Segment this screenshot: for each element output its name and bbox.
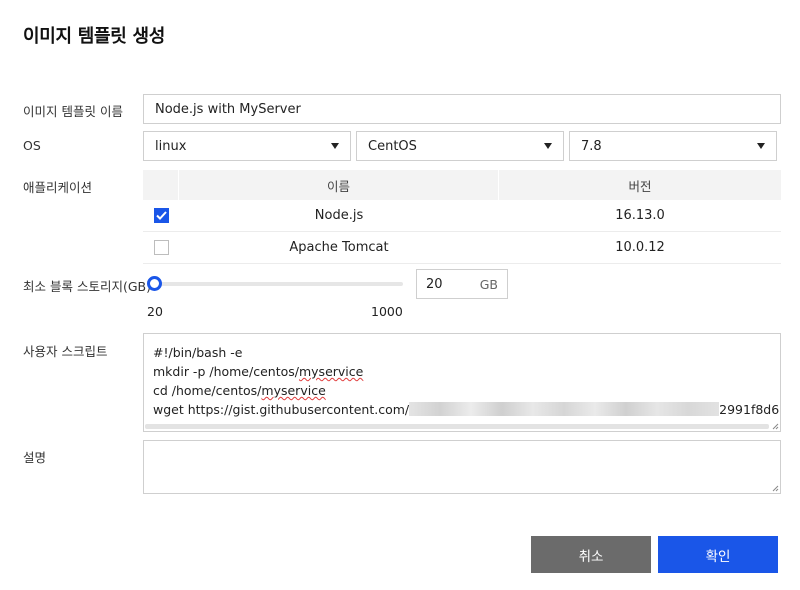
description-label: 설명: [23, 450, 47, 465]
storage-slider-track[interactable]: [155, 282, 403, 286]
applications-label: 애플리케이션: [23, 180, 93, 195]
script-line: wget https://gist.githubusercontent.com/…: [153, 402, 780, 417]
script-line: mkdir -p /home/centos/myservice: [153, 364, 364, 379]
os-version-select[interactable]: 7.8: [569, 131, 777, 161]
table-row: Node.js 16.13.0: [143, 200, 781, 232]
chevron-down-icon: [331, 143, 339, 149]
check-icon: [155, 211, 167, 220]
app-version: 16.13.0: [615, 208, 665, 223]
description-textarea[interactable]: [143, 440, 781, 494]
resize-grip-icon[interactable]: [771, 422, 779, 430]
chevron-down-icon: [757, 143, 765, 149]
header-checkbox-cell: [143, 170, 179, 200]
script-content: #!/bin/bash -e mkdir -p /home/centos/mys…: [153, 343, 780, 419]
column-header-version: 버전: [628, 178, 652, 194]
tomcat-checkbox[interactable]: [153, 240, 169, 255]
os-distro-select[interactable]: CentOS: [356, 131, 564, 161]
storage-slider-thumb[interactable]: [147, 276, 162, 291]
horizontal-scrollbar[interactable]: [145, 424, 769, 429]
applications-table: 이름 버전 Node.js 16.13.0 Apache Tomcat 10.0…: [143, 170, 781, 264]
page-title: 이미지 템플릿 생성: [23, 26, 166, 47]
user-script-textarea[interactable]: #!/bin/bash -e mkdir -p /home/centos/mys…: [143, 333, 781, 432]
os-distro-value: CentOS: [368, 138, 417, 154]
confirm-button[interactable]: 확인: [658, 536, 778, 573]
storage-label: 최소 블록 스토리지(GB): [23, 279, 151, 294]
os-type-value: linux: [155, 138, 187, 154]
cancel-button[interactable]: 취소: [531, 536, 651, 573]
storage-size-value: 20: [426, 276, 443, 292]
storage-size-input[interactable]: 20 GB: [416, 269, 508, 299]
os-version-value: 7.8: [581, 138, 602, 154]
template-name-label: 이미지 템플릿 이름: [23, 104, 123, 119]
slider-max-label: 1000: [371, 304, 403, 319]
nodejs-checkbox[interactable]: [153, 208, 169, 223]
chevron-down-icon: [544, 143, 552, 149]
os-label: OS: [23, 138, 41, 153]
os-type-select[interactable]: linux: [143, 131, 351, 161]
slider-min-label: 20: [147, 304, 163, 319]
user-script-label: 사용자 스크립트: [23, 344, 108, 359]
storage-unit: GB: [479, 276, 498, 292]
column-header-name: 이름: [179, 170, 499, 200]
table-row: Apache Tomcat 10.0.12: [143, 232, 781, 264]
app-name: Node.js: [314, 208, 364, 223]
script-line: #!/bin/bash -e: [153, 345, 243, 360]
resize-grip-icon[interactable]: [771, 484, 779, 492]
app-version: 10.0.12: [615, 240, 665, 255]
redacted-block: [409, 402, 720, 416]
table-header: 이름 버전: [143, 170, 781, 200]
app-name: Apache Tomcat: [289, 240, 389, 255]
script-line: cd /home/centos/myservice: [153, 383, 326, 398]
template-name-input[interactable]: Node.js with MyServer: [143, 94, 781, 124]
template-name-value: Node.js with MyServer: [155, 101, 301, 117]
